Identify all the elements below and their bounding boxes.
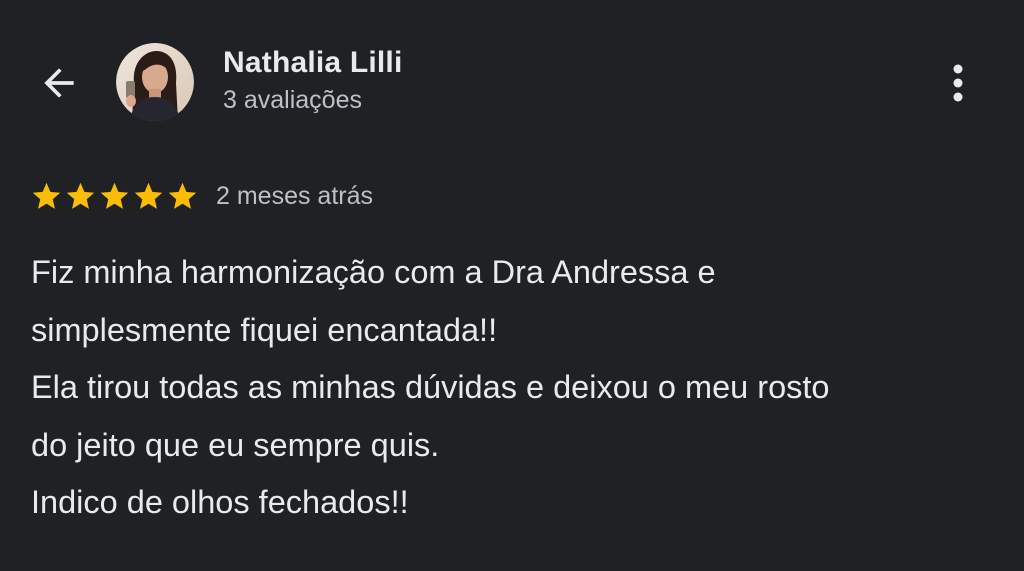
star-rating — [30, 180, 199, 213]
star-icon — [100, 182, 129, 209]
review-text-line: do jeito que eu sempre quis. — [31, 426, 440, 463]
more-vertical-icon — [953, 64, 963, 102]
reviewer-name[interactable]: Nathalia Lilli — [223, 46, 403, 80]
more-options-button[interactable] — [936, 58, 980, 108]
star-icon — [66, 182, 95, 209]
review-text: Fiz minha harmonização com a Dra Andress… — [31, 244, 1001, 532]
back-button[interactable] — [34, 58, 84, 108]
arrow-back-icon — [44, 68, 74, 98]
review-text-line: Fiz minha harmonização com a Dra Andress… — [31, 254, 716, 290]
review-text-line: Ela tirou todas as minhas dúvidas e deix… — [31, 369, 830, 405]
review-count[interactable]: 3 avaliações — [223, 86, 362, 115]
star-icon — [32, 182, 61, 209]
avatar[interactable] — [116, 43, 194, 121]
review-date: 2 meses atrás — [216, 181, 374, 210]
review-text-line: Indico de olhos fechados!! — [31, 484, 409, 520]
review-text-line: simplesmente fiquei encantada!! — [31, 311, 498, 348]
star-icon — [134, 182, 163, 209]
rating-row: 2 meses atrás — [30, 178, 373, 214]
profile-photo — [116, 43, 194, 121]
star-icon — [168, 182, 197, 209]
review-header: Nathalia Lilli 3 avaliações — [0, 0, 1024, 160]
